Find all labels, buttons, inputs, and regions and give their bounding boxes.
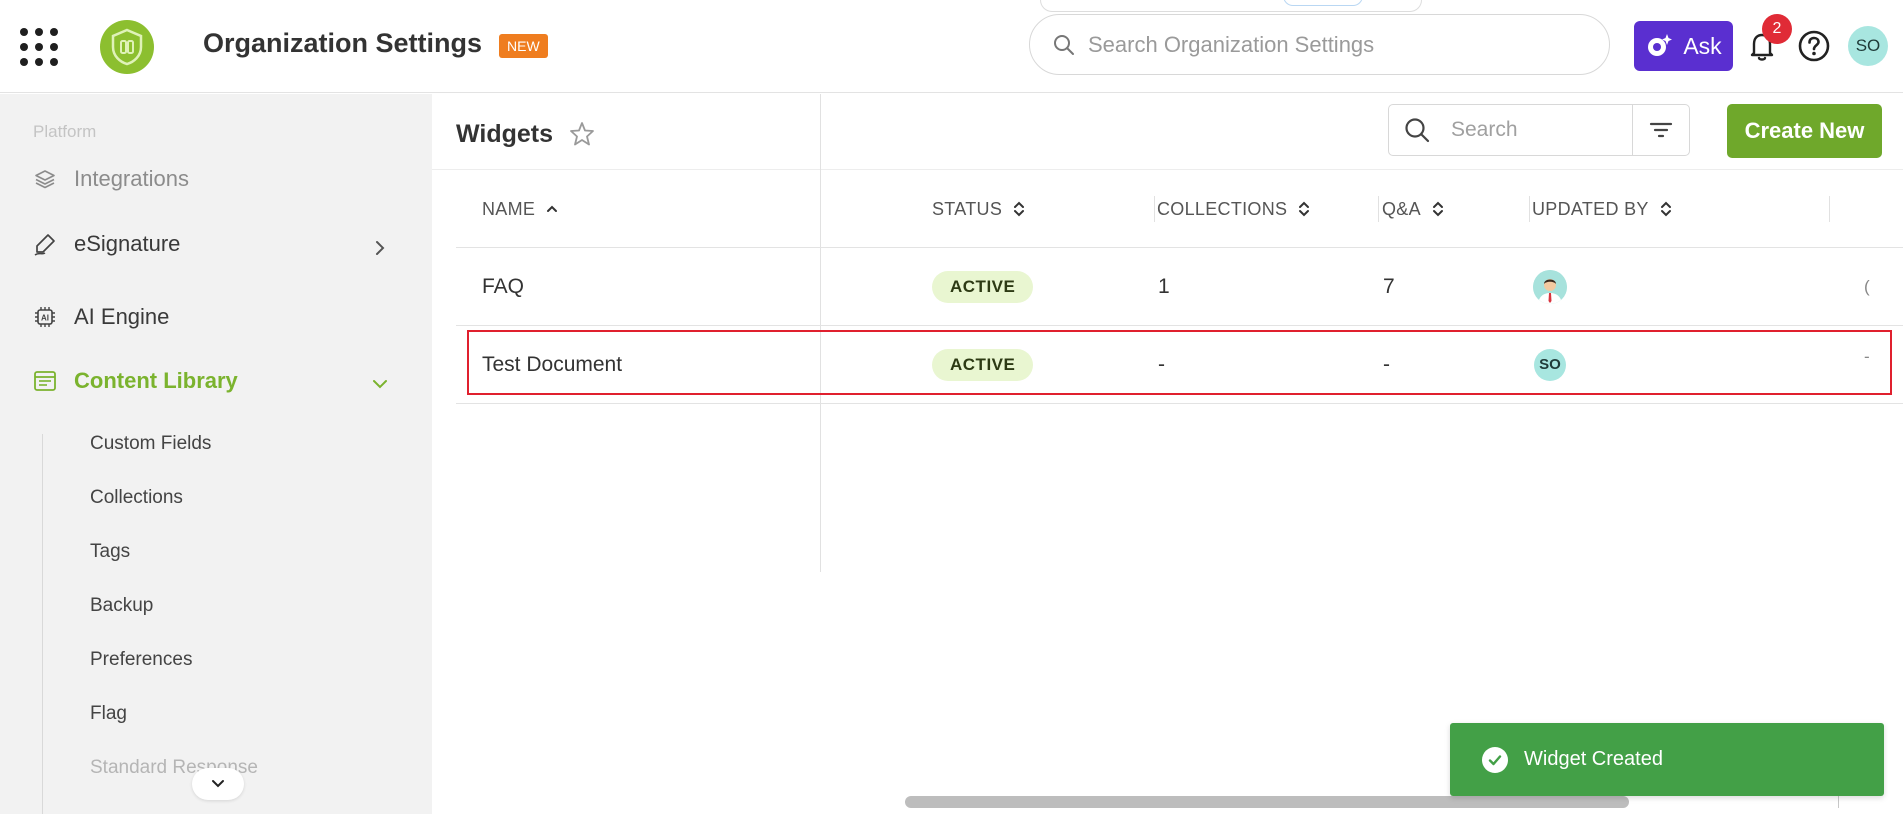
cell-status: ACTIVE — [932, 326, 1034, 404]
sidebar-item-integrations[interactable]: Integrations — [32, 166, 189, 192]
cell-collections: - — [1158, 353, 1165, 376]
chevron-down-icon — [212, 780, 224, 788]
ai-chip-icon: AI — [32, 304, 58, 330]
sidebar-item-content-library[interactable]: Content Library — [32, 368, 238, 394]
sidebar-subitem-flag[interactable]: Flag — [90, 703, 127, 725]
cell-updated-by — [1533, 248, 1567, 326]
widget-search-box[interactable] — [1388, 104, 1633, 156]
sort-both-icon — [1014, 201, 1025, 217]
app-title: Organization Settings — [203, 28, 483, 58]
column-header-status[interactable]: STATUS — [932, 170, 1026, 248]
app-launcher-icon[interactable] — [20, 28, 58, 66]
submenu-guide-line — [42, 434, 43, 814]
user-avatar[interactable]: SO — [1848, 26, 1888, 66]
svg-text:AI: AI — [41, 314, 49, 323]
shield-logo-icon — [111, 28, 143, 66]
check-circle-icon — [1482, 746, 1508, 773]
layers-icon — [32, 166, 58, 192]
cell-collections: 1 — [1158, 275, 1170, 298]
cell-name[interactable]: Test Document — [482, 326, 622, 404]
global-search-box[interactable] — [1029, 14, 1610, 75]
cell-name[interactable]: FAQ — [482, 248, 524, 326]
column-divider — [1154, 196, 1155, 222]
filter-icon — [1649, 122, 1673, 138]
search-icon — [1054, 34, 1074, 55]
widget-search-input[interactable] — [1451, 118, 1621, 142]
library-icon — [32, 368, 58, 394]
toast-message: Widget Created — [1524, 748, 1663, 770]
column-divider — [1829, 196, 1830, 222]
sidebar-subitem-backup[interactable]: Backup — [90, 595, 153, 617]
filter-button[interactable] — [1632, 104, 1690, 156]
cell-status: ACTIVE — [932, 248, 1034, 326]
column-divider — [1378, 196, 1379, 222]
column-header-collections[interactable]: COLLECTIONS — [1157, 170, 1311, 248]
column-header-updated-by[interactable]: UPDATED BY — [1532, 170, 1673, 248]
sort-ascending-icon — [547, 205, 558, 212]
cell-qa: 7 — [1383, 275, 1395, 298]
ai-sparkle-icon — [1648, 34, 1673, 56]
cell-updated-by: SO — [1534, 326, 1566, 404]
sidebar-subitem-collections[interactable]: Collections — [90, 487, 183, 509]
sidebar: Platform Integrations eSignature AI AI E… — [0, 94, 432, 814]
org-logo[interactable] — [100, 20, 154, 74]
horizontal-scrollbar[interactable] — [905, 796, 1629, 808]
sidebar-item-label: Integrations — [74, 166, 189, 191]
sidebar-subitem-custom-fields[interactable]: Custom Fields — [90, 433, 211, 455]
sidebar-item-label: AI Engine — [74, 304, 170, 329]
create-new-button[interactable]: Create New — [1727, 104, 1882, 158]
help-icon[interactable] — [1797, 29, 1831, 63]
success-toast: Widget Created — [1450, 723, 1884, 796]
ask-label: Ask — [1683, 32, 1722, 59]
sidebar-scroll-down-button[interactable] — [192, 768, 244, 800]
signature-pen-icon — [32, 231, 58, 257]
sidebar-subitem-preferences[interactable]: Preferences — [90, 649, 192, 671]
notification-count-badge: 2 — [1762, 14, 1792, 44]
ask-button[interactable]: Ask — [1634, 21, 1733, 71]
cell-truncated: - — [1864, 347, 1870, 366]
sidebar-item-label: Content Library — [74, 368, 238, 393]
cell-qa: - — [1383, 353, 1390, 376]
sidebar-item-ai-engine[interactable]: AI AI Engine — [32, 304, 169, 330]
user-initials-avatar: SO — [1534, 349, 1566, 381]
column-header-qa[interactable]: Q&A — [1382, 170, 1445, 248]
top-header: Organization Settings NEW Ask 2 SO — [0, 0, 1903, 93]
cell-truncated: ( — [1864, 277, 1870, 296]
dropdown-popup-edge — [1040, 0, 1422, 12]
table-row[interactable]: FAQ ACTIVE 1 7 ( — [456, 248, 1903, 326]
search-icon — [1405, 118, 1430, 143]
chevron-down-icon[interactable] — [372, 376, 388, 392]
sort-both-icon — [1299, 201, 1310, 217]
global-search-input[interactable] — [1088, 31, 1568, 58]
user-avatar-image — [1533, 270, 1567, 304]
table-header: NAME STATUS COLLECTIONS Q&A UPDATED BY — [456, 170, 1903, 248]
status-badge: ACTIVE — [932, 349, 1034, 381]
sidebar-item-esignature[interactable]: eSignature — [32, 231, 180, 257]
column-divider — [1529, 196, 1530, 222]
sort-both-icon — [1660, 201, 1671, 217]
sidebar-item-label: eSignature — [74, 231, 181, 256]
star-icon[interactable] — [568, 120, 596, 148]
column-header-name[interactable]: NAME — [482, 170, 559, 248]
new-badge: NEW — [499, 34, 548, 58]
table-row[interactable]: Test Document ACTIVE - - SO - — [456, 326, 1903, 404]
person-avatar-icon — [1533, 270, 1567, 304]
page-title: Widgets — [456, 120, 553, 148]
chevron-right-icon[interactable] — [372, 240, 388, 256]
status-badge: ACTIVE — [932, 271, 1034, 303]
main-content: Widgets Create New NAME STATUS — [432, 94, 1903, 814]
sidebar-subitem-tags[interactable]: Tags — [90, 541, 130, 563]
sidebar-section-platform: Platform — [33, 122, 97, 141]
sort-both-icon — [1432, 201, 1443, 217]
